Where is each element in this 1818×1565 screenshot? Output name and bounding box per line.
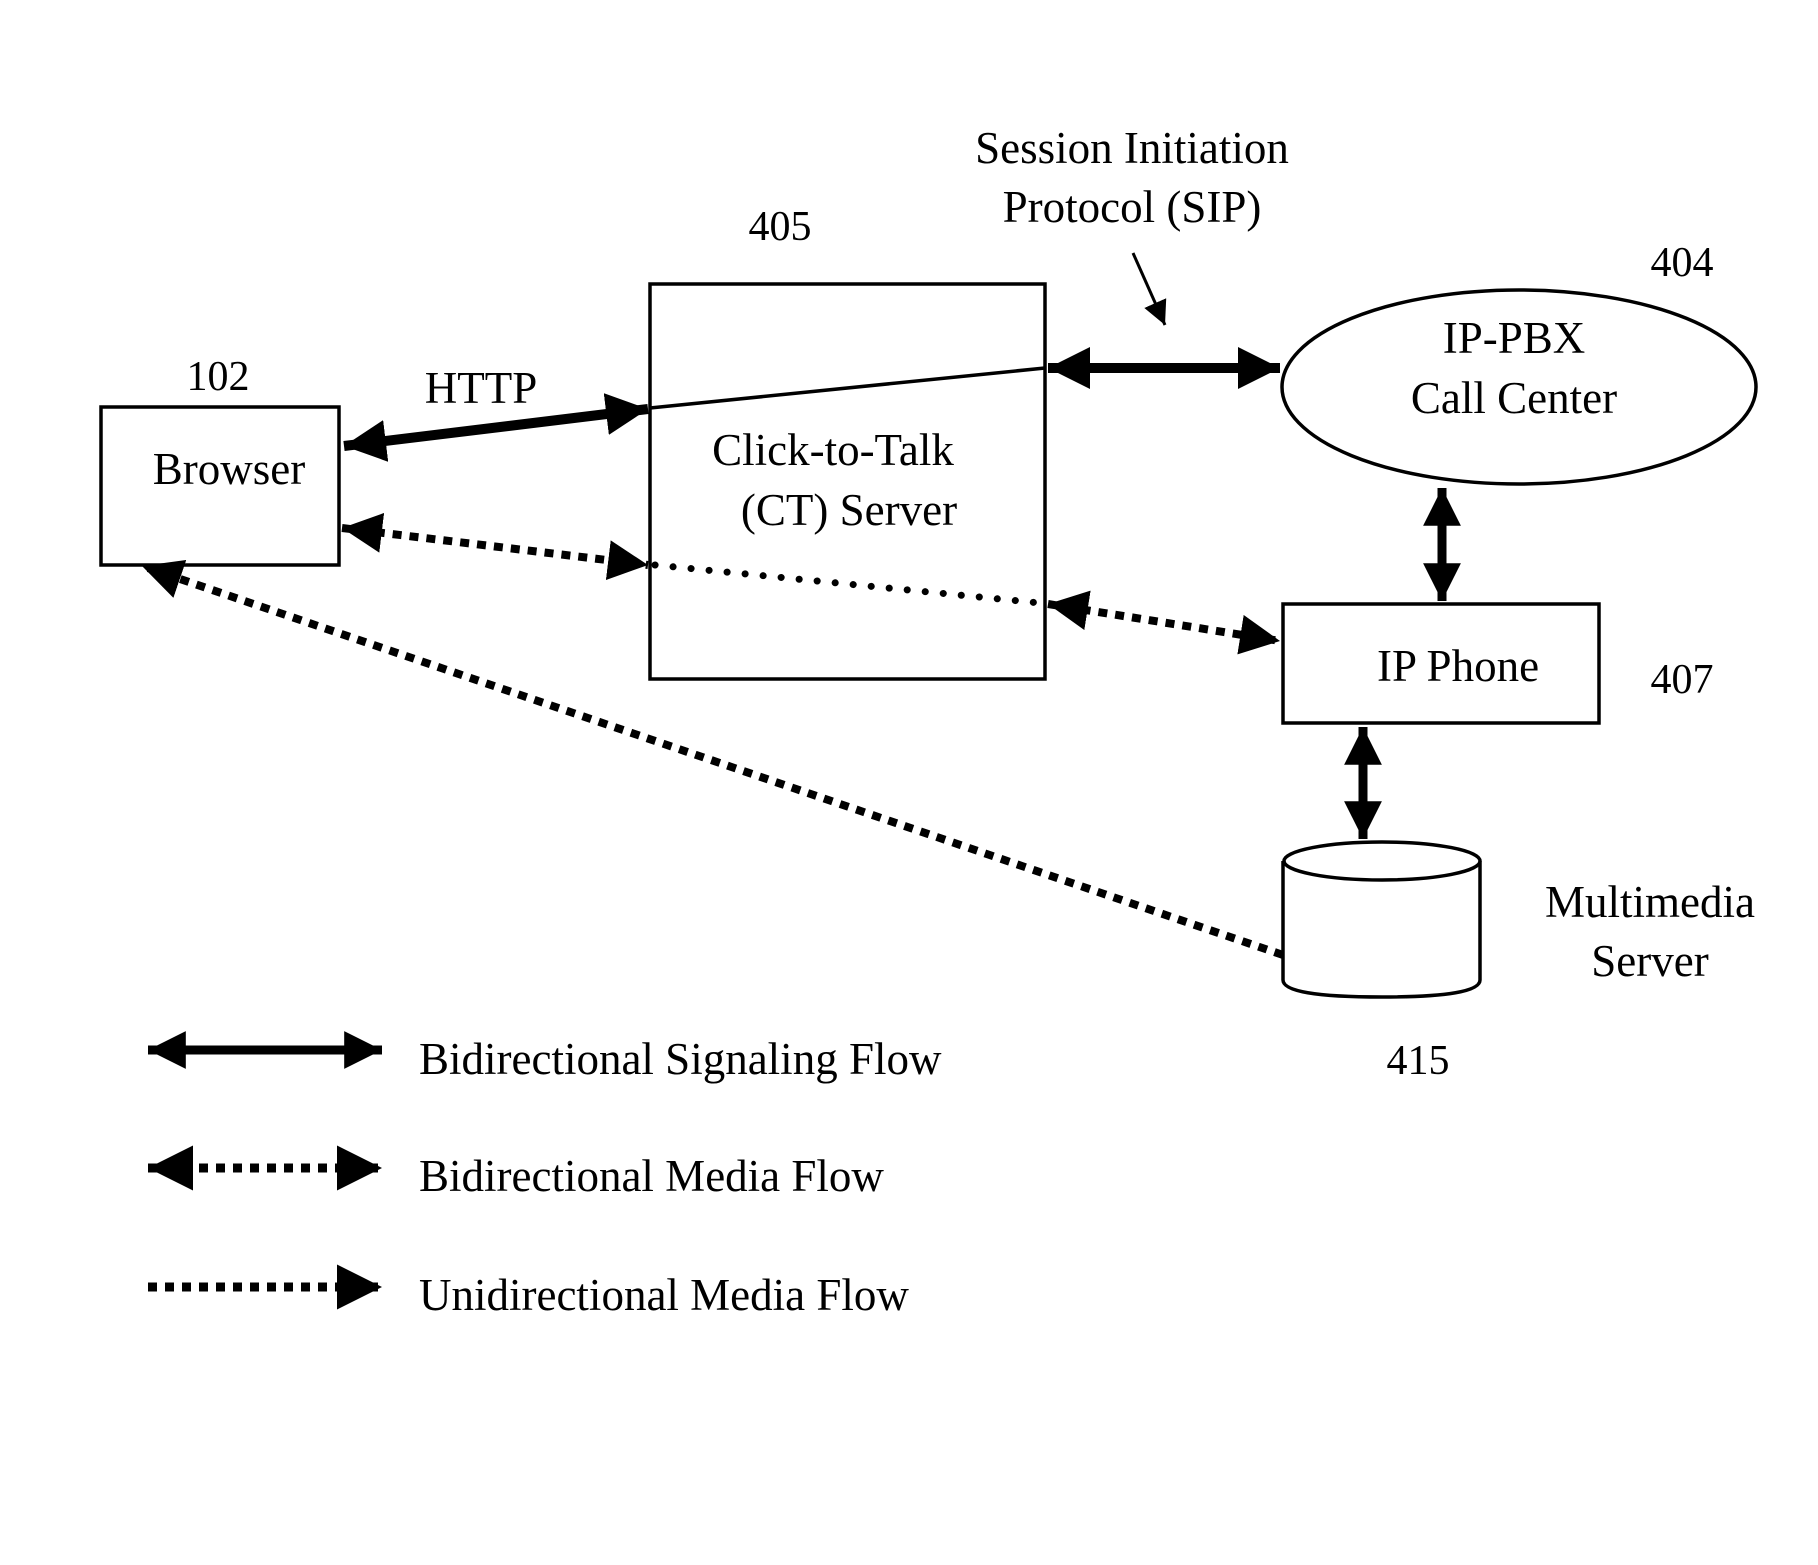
ct-server-label-line1: Click-to-Talk — [712, 425, 954, 475]
browser-ref-number: 102 — [187, 354, 250, 400]
ct-server-box — [648, 282, 1047, 681]
diagram-canvas: Browser 102 Click-to-Talk (CT) Server 40… — [99, 123, 1758, 1320]
http-label: HTTP — [425, 363, 538, 413]
legend-bidirectional-media-label: Bidirectional Media Flow — [419, 1151, 884, 1201]
multimedia-server-label-line2: Server — [1591, 936, 1708, 986]
ip-phone-node: IP Phone 407 — [1281, 602, 1714, 725]
ip-pbx-ref-number: 404 — [1651, 240, 1714, 286]
edge-ct-phone-media — [1047, 590, 1281, 655]
legend-item-bidirectional-media: Bidirectional Media Flow — [148, 1145, 884, 1201]
legend-unidirectional-media-label: Unidirectional Media Flow — [419, 1270, 909, 1320]
edge-browser-ct-media — [341, 512, 649, 581]
sip-pointer-arrow — [1131, 252, 1167, 326]
multimedia-server-ref-number: 415 — [1387, 1038, 1450, 1084]
ct-server-label-line2: (CT) Server — [741, 485, 957, 535]
edge-browser-ct-http — [343, 393, 649, 462]
legend-item-unidirectional-media: Unidirectional Media Flow — [148, 1264, 909, 1320]
ip-phone-label: IP Phone — [1377, 641, 1539, 691]
legend: Bidirectional Signaling Flow Bidirection… — [148, 1031, 942, 1320]
multimedia-server-label-line1: Multimedia — [1545, 877, 1755, 927]
ip-pbx-label-line1: IP-PBX — [1443, 313, 1586, 363]
multimedia-server-node: Multimedia Server 415 — [1281, 840, 1755, 1084]
browser-label: Browser — [153, 444, 305, 494]
ct-server-ref-number: 405 — [749, 204, 812, 250]
browser-node: Browser 102 — [99, 354, 341, 567]
sip-label-line1: Session Initiation — [975, 123, 1289, 173]
database-cylinder-top — [1282, 840, 1482, 882]
ct-server-node: Click-to-Talk (CT) Server 405 — [648, 204, 1047, 681]
ip-pbx-node: IP-PBX Call Center 404 — [1280, 240, 1758, 486]
legend-signaling-label: Bidirectional Signaling Flow — [419, 1034, 942, 1084]
ip-pbx-label-line2: Call Center — [1411, 373, 1617, 423]
ip-phone-ref-number: 407 — [1651, 657, 1714, 703]
legend-item-signaling: Bidirectional Signaling Flow — [148, 1031, 942, 1084]
sip-label-line2: Protocol (SIP) — [1003, 182, 1262, 232]
